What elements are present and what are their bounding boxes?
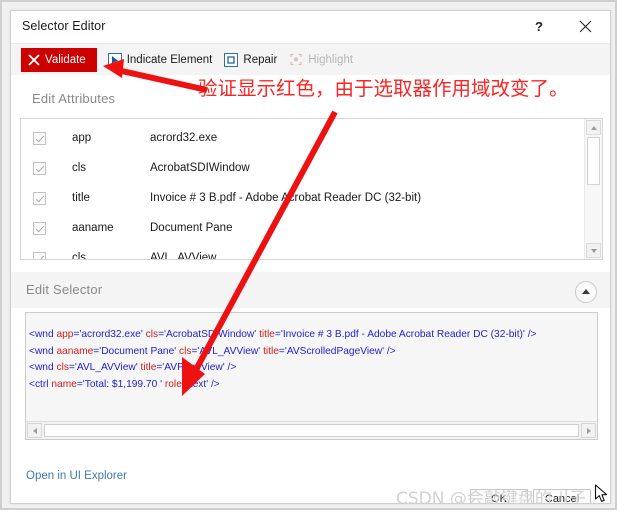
scroll-left-icon[interactable] <box>27 423 42 438</box>
attribute-name: title <box>72 192 90 204</box>
title-bar: Selector Editor ? <box>11 11 610 44</box>
screenshot-frame: Selector Editor ? Validate Indicate Elem… <box>0 0 617 510</box>
selector-code-text: <wnd app='acrord32.exe' cls='AcrobatSDIW… <box>29 327 597 393</box>
scrollbar-thumb[interactable] <box>44 424 579 437</box>
attributes-vertical-scrollbar[interactable] <box>584 119 602 259</box>
x-mark-icon <box>28 53 40 66</box>
attributes-panel: app acrord32.exe cls AcrobatSDIWindow ti… <box>20 118 603 260</box>
square-outline-icon <box>224 52 239 67</box>
attribute-value: Document Pane <box>150 222 233 234</box>
scrollbar-thumb[interactable] <box>587 137 600 185</box>
scroll-up-icon[interactable] <box>586 120 601 135</box>
attribute-name: aaname <box>72 222 114 234</box>
table-row[interactable]: cls AcrobatSDIWindow <box>21 153 584 183</box>
attribute-checkbox[interactable] <box>33 191 46 205</box>
selector-horizontal-scrollbar[interactable] <box>26 421 597 439</box>
attribute-name: cls <box>72 252 87 260</box>
scroll-down-icon[interactable] <box>586 243 601 258</box>
attribute-name: app <box>72 132 92 144</box>
cancel-button[interactable]: Cancel <box>533 489 591 503</box>
repair-button[interactable]: Repair <box>219 48 284 72</box>
attribute-checkbox[interactable] <box>33 161 46 175</box>
selector-code-line: <wnd app='acrord32.exe' cls='AcrobatSDIW… <box>29 329 537 340</box>
highlight-icon <box>289 53 303 67</box>
selector-code-editor[interactable]: <wnd app='acrord32.exe' cls='AcrobatSDIW… <box>25 312 598 440</box>
help-button[interactable]: ? <box>518 11 560 42</box>
table-row[interactable]: title Invoice # 3 B.pdf - Adobe Acrobat … <box>21 183 584 213</box>
cursor-arrow-icon <box>107 52 122 67</box>
attributes-list: app acrord32.exe cls AcrobatSDIWindow ti… <box>21 119 584 260</box>
selector-code-line: <wnd aaname='Document Pane' cls='AVL_AVV… <box>29 345 396 357</box>
highlight-button[interactable]: Highlight <box>284 48 360 72</box>
open-in-ui-explorer-link[interactable]: Open in UI Explorer <box>26 470 127 482</box>
edit-selector-label: Edit Selector <box>26 282 103 297</box>
chevron-up-icon[interactable] <box>575 281 597 303</box>
attribute-value: Invoice # 3 B.pdf - Adobe Acrobat Reader… <box>150 192 422 204</box>
close-icon[interactable] <box>564 11 606 42</box>
toolbar: Validate Indicate Element Repair Highlig… <box>11 44 610 75</box>
window-title: Selector Editor <box>22 19 106 33</box>
attribute-checkbox[interactable] <box>33 221 46 235</box>
attribute-checkbox[interactable] <box>33 251 46 259</box>
table-row[interactable]: aaname Document Pane <box>21 213 584 243</box>
table-row[interactable]: cls AVL_AVView <box>21 243 584 260</box>
selector-code-line: <wnd cls='AVL_AVView' title='AVPageView'… <box>29 362 237 373</box>
attribute-value: acrord32.exe <box>150 132 218 144</box>
validate-button-label: Validate <box>45 53 86 66</box>
selector-editor-dialog: Selector Editor ? Validate Indicate Elem… <box>10 10 611 504</box>
edit-attributes-label: Edit Attributes <box>32 91 116 106</box>
repair-button-label: Repair <box>243 53 278 66</box>
attribute-checkbox[interactable] <box>33 131 46 145</box>
ok-button[interactable]: OK <box>470 489 528 503</box>
selector-code-line: <ctrl name='Total: $1,199.70 ' role='tex… <box>29 378 220 390</box>
table-row[interactable]: app acrord32.exe <box>21 123 584 153</box>
highlight-button-label: Highlight <box>308 53 354 66</box>
attribute-name: cls <box>72 162 87 174</box>
scroll-right-icon[interactable] <box>581 423 596 438</box>
validate-button[interactable]: Validate <box>21 47 97 72</box>
attribute-value: AcrobatSDIWindow <box>150 162 250 174</box>
indicate-element-button[interactable]: Indicate Element <box>103 48 220 72</box>
indicate-element-label: Indicate Element <box>126 53 213 66</box>
attribute-value: AVL_AVView <box>150 252 217 260</box>
